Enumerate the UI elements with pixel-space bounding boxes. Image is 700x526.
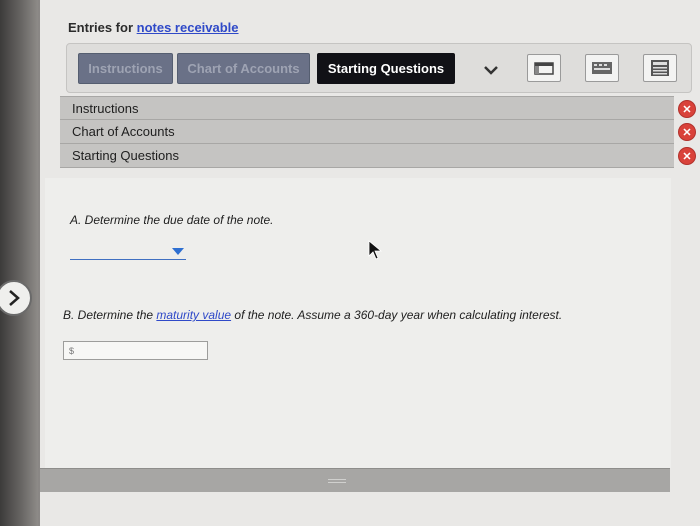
- toolbar: Instructions Chart of Accounts Starting …: [66, 43, 692, 93]
- panel-row-label: Instructions: [72, 100, 139, 116]
- questions-panel: A. Determine the due date of the note. B…: [45, 178, 671, 468]
- chevron-down-icon[interactable]: [477, 60, 505, 80]
- open-panels-list: Instructions ✕ Chart of Accounts ✕ Start…: [60, 96, 696, 168]
- panel-row-label: Chart of Accounts: [72, 124, 175, 139]
- maturity-value-link[interactable]: maturity value: [156, 308, 231, 322]
- window-icon[interactable]: [527, 54, 561, 82]
- panel-row-chart-of-accounts[interactable]: Chart of Accounts ✕: [60, 120, 696, 144]
- device-edge: [0, 0, 38, 526]
- panel-row-instructions[interactable]: Instructions ✕: [60, 96, 696, 120]
- keyboard-icon[interactable]: [585, 54, 619, 82]
- chevron-right-icon: [9, 290, 20, 306]
- maturity-value-input[interactable]: $: [63, 341, 208, 360]
- resize-grip-icon[interactable]: [328, 479, 346, 483]
- title-prefix: Entries for: [68, 20, 134, 35]
- tab-chart-of-accounts[interactable]: Chart of Accounts: [177, 53, 310, 84]
- dropdown-caret-icon: [172, 248, 184, 255]
- close-icon[interactable]: ✕: [678, 147, 696, 165]
- assignment-page: Entries for notes receivable Instruction…: [40, 0, 700, 526]
- title-link[interactable]: notes receivable: [137, 20, 239, 35]
- tab-instructions[interactable]: Instructions: [78, 53, 173, 84]
- question-b-text: B. Determine the maturity value of the n…: [63, 308, 562, 322]
- panel-row-starting-questions[interactable]: Starting Questions ✕: [60, 144, 696, 168]
- question-a-text: A. Determine the due date of the note.: [70, 213, 274, 227]
- currency-symbol: $: [69, 345, 75, 356]
- due-date-select[interactable]: [70, 246, 186, 260]
- question-b-prefix: B. Determine the: [63, 308, 157, 322]
- panel-resize-bar[interactable]: [40, 468, 670, 492]
- mouse-cursor-icon: [368, 240, 382, 260]
- close-icon[interactable]: ✕: [678, 123, 696, 141]
- question-b-suffix: of the note. Assume a 360-day year when …: [231, 308, 563, 322]
- tab-starting-questions[interactable]: Starting Questions: [317, 53, 455, 84]
- calculator-icon[interactable]: [643, 54, 677, 82]
- page-title: Entries for notes receivable: [68, 20, 239, 35]
- panel-row-label: Starting Questions: [72, 148, 179, 163]
- close-icon[interactable]: ✕: [678, 100, 696, 118]
